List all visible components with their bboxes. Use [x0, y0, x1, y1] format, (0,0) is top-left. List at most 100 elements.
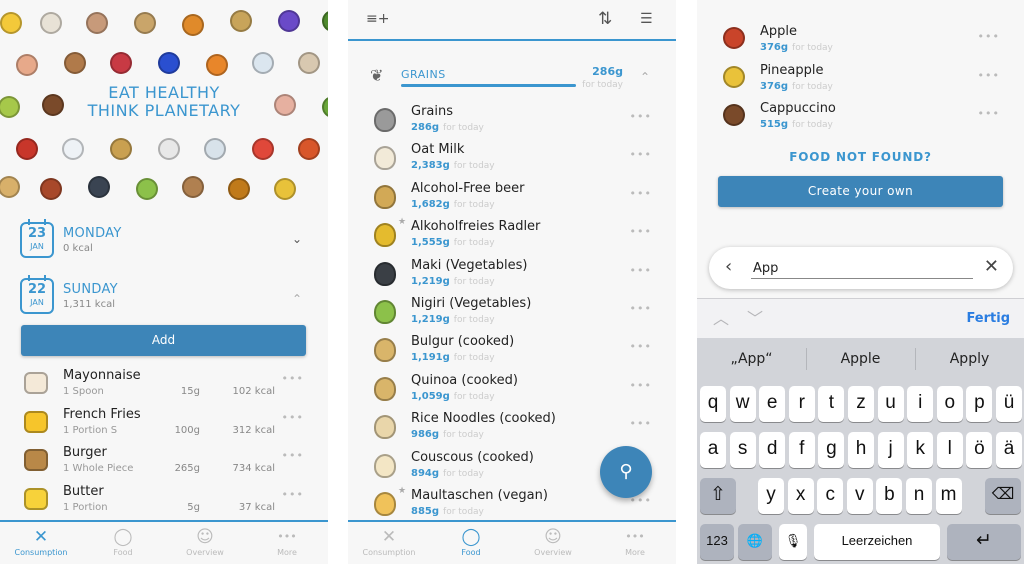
key-p[interactable]: p: [966, 386, 993, 422]
create-your-own-button[interactable]: Create your own: [718, 176, 1003, 207]
entry-portion: 1 Portion S: [63, 424, 118, 436]
key-ü[interactable]: ü: [996, 386, 1022, 422]
search-result[interactable]: Apple 376g for today •••: [697, 22, 1024, 60]
more-icon[interactable]: •••: [978, 30, 1000, 43]
key-r[interactable]: r: [788, 386, 815, 422]
space-key[interactable]: Leerzeichen: [814, 524, 940, 560]
search-result[interactable]: Pineapple 376g for today •••: [697, 61, 1024, 99]
key-b[interactable]: b: [876, 478, 903, 514]
tab-consumption[interactable]: ✕ Consumption: [348, 522, 430, 564]
tab-food[interactable]: ◯ Food: [430, 522, 512, 564]
more-icon[interactable]: •••: [630, 225, 652, 238]
delete-key[interactable]: ⌫: [985, 478, 1021, 514]
consumption-entry[interactable]: Mayonnaise 1 Spoon 15g 102 kcal •••: [20, 366, 310, 404]
key-q[interactable]: q: [700, 386, 726, 422]
more-icon[interactable]: •••: [630, 187, 652, 200]
key-o[interactable]: o: [936, 386, 963, 422]
key-c[interactable]: c: [817, 478, 844, 514]
food-item[interactable]: Bulgur (cooked) 1,191g for today •••: [348, 332, 676, 370]
category-grains[interactable]: ❦ GRAINS 286g for today ⌃: [348, 62, 676, 94]
food-item[interactable]: Quinoa (cooked) 1,059g for today •••: [348, 371, 676, 409]
add-list-icon[interactable]: ≡+: [366, 11, 389, 27]
chevron-up-icon[interactable]: ⌃: [640, 70, 650, 84]
more-icon[interactable]: •••: [282, 411, 304, 424]
next-field-icon[interactable]: ﹀: [747, 305, 763, 329]
key-e[interactable]: e: [759, 386, 786, 422]
more-icon[interactable]: •••: [978, 69, 1000, 82]
globe-key[interactable]: 🌐: [738, 524, 772, 560]
day-row-monday[interactable]: 23 JAN MONDAY 0 kcal ⌄: [20, 219, 308, 266]
more-icon[interactable]: •••: [630, 340, 652, 353]
suggestion-item[interactable]: Apply: [915, 338, 1024, 380]
food-item[interactable]: Maki (Vegetables) 1,219g for today •••: [348, 256, 676, 294]
search-fab[interactable]: ⚲: [600, 446, 652, 498]
clear-icon[interactable]: ✕: [984, 256, 999, 277]
search-result[interactable]: Cappuccino 515g for today •••: [697, 99, 1024, 137]
microphone-key[interactable]: 🎙: [779, 524, 807, 560]
key-y[interactable]: y: [758, 478, 784, 514]
key-g[interactable]: g: [818, 432, 845, 468]
shift-key[interactable]: ⇧: [700, 478, 736, 514]
more-icon[interactable]: •••: [630, 379, 652, 392]
food-item[interactable]: ★ Alkoholfreies Radler 1,555g for today •••: [348, 217, 676, 255]
food-item[interactable]: Grains 286g for today •••: [348, 102, 676, 140]
more-icon[interactable]: •••: [630, 110, 652, 123]
key-d[interactable]: d: [759, 432, 786, 468]
more-icon[interactable]: •••: [282, 449, 304, 462]
more-icon[interactable]: •••: [630, 417, 652, 430]
key-i[interactable]: i: [907, 386, 934, 422]
tab-more[interactable]: ••• More: [594, 522, 676, 564]
return-key[interactable]: ↵: [947, 524, 1021, 560]
suggestion-item[interactable]: „App“: [697, 338, 806, 380]
food-item[interactable]: Alcohol-Free beer 1,682g for today •••: [348, 179, 676, 217]
key-ö[interactable]: ö: [966, 432, 993, 468]
tab-consumption[interactable]: ✕ Consumption: [0, 522, 82, 564]
consumption-entry[interactable]: Burger 1 Whole Piece 265g 734 kcal •••: [20, 443, 310, 481]
chevron-up-icon[interactable]: ⌃: [292, 292, 302, 306]
tab-overview[interactable]: ☺ Overview: [164, 522, 246, 564]
consumption-entry[interactable]: French Fries 1 Portion S 100g 312 kcal •••: [20, 405, 310, 443]
key-k[interactable]: k: [907, 432, 934, 468]
more-icon[interactable]: •••: [282, 372, 304, 385]
key-a[interactable]: a: [700, 432, 726, 468]
key-v[interactable]: v: [846, 478, 873, 514]
more-icon[interactable]: •••: [978, 107, 1000, 120]
chevron-down-icon[interactable]: ⌄: [292, 232, 302, 246]
previous-field-icon[interactable]: ︿: [713, 305, 729, 329]
food-amount: 894g for today: [411, 468, 484, 479]
food-item[interactable]: Rice Noodles (cooked) 986g for today •••: [348, 409, 676, 447]
key-x[interactable]: x: [787, 478, 814, 514]
key-f[interactable]: f: [788, 432, 815, 468]
more-icon[interactable]: •••: [630, 264, 652, 277]
tab-more[interactable]: ••• More: [246, 522, 328, 564]
more-icon[interactable]: •••: [630, 148, 652, 161]
food-name: Nigiri (Vegetables): [411, 296, 532, 311]
consumption-entry[interactable]: Butter 1 Portion 5g 37 kcal •••: [20, 482, 310, 520]
key-z[interactable]: z: [848, 386, 874, 422]
suggestion-item[interactable]: Apple: [806, 338, 915, 380]
food-item[interactable]: Oat Milk 2,383g for today •••: [348, 140, 676, 178]
key-s[interactable]: s: [729, 432, 756, 468]
tab-overview[interactable]: ☺ Overview: [512, 522, 594, 564]
key-m[interactable]: m: [935, 478, 962, 514]
key-ä[interactable]: ä: [996, 432, 1022, 468]
search-input[interactable]: [751, 259, 973, 279]
food-item[interactable]: Nigiri (Vegetables) 1,219g for today •••: [348, 294, 676, 332]
more-icon[interactable]: •••: [282, 488, 304, 501]
filter-icon[interactable]: ☰: [640, 11, 653, 27]
key-u[interactable]: u: [877, 386, 904, 422]
add-button[interactable]: Add: [21, 325, 306, 356]
key-l[interactable]: l: [936, 432, 963, 468]
tab-food[interactable]: ◯ Food: [82, 522, 164, 564]
key-h[interactable]: h: [848, 432, 874, 468]
back-icon[interactable]: ‹: [725, 256, 732, 277]
done-button[interactable]: Fertig: [966, 311, 1010, 326]
key-t[interactable]: t: [818, 386, 845, 422]
key-w[interactable]: w: [729, 386, 756, 422]
numbers-key[interactable]: 123: [700, 524, 734, 560]
more-icon[interactable]: •••: [630, 302, 652, 315]
key-n[interactable]: n: [906, 478, 932, 514]
sort-icon[interactable]: ⇅: [598, 9, 612, 29]
key-j[interactable]: j: [877, 432, 904, 468]
day-row-sunday[interactable]: 22 JAN SUNDAY 1,311 kcal ⌃: [20, 275, 308, 322]
